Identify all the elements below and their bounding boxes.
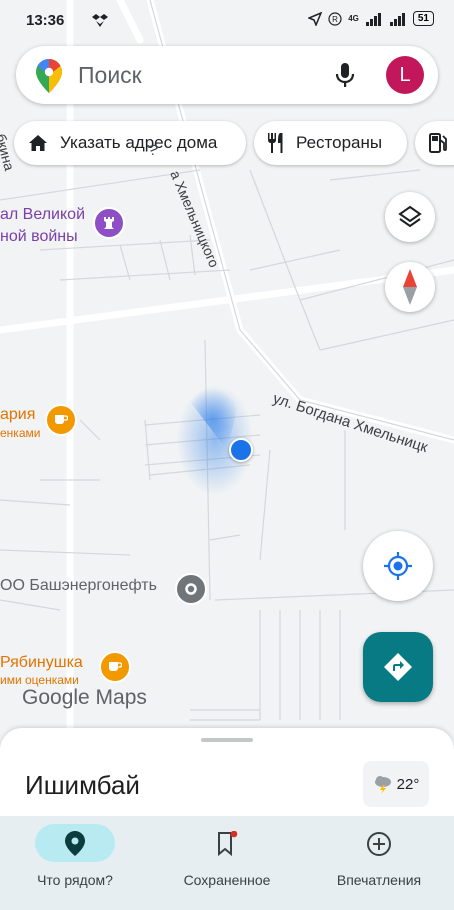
location-pin-icon: [65, 831, 85, 856]
poi-cafe-line2: енками: [0, 426, 41, 440]
chip-restaurants[interactable]: Рестораны: [254, 121, 407, 165]
status-bar: 13:36 R 4G 51: [0, 0, 454, 40]
poi-ryabinushka-line1: Рябинушка: [0, 654, 83, 671]
poi-cafe-line1: ария: [0, 406, 36, 423]
svg-text:R: R: [332, 15, 338, 24]
avatar[interactable]: L: [386, 56, 424, 94]
place-title: Ишимбай: [25, 770, 140, 800]
poi-bashenergoneft-marker[interactable]: [175, 573, 207, 605]
thunderstorm-icon: [374, 776, 391, 794]
location-arrow-icon: [308, 11, 323, 26]
compass-button[interactable]: [385, 262, 435, 312]
home-icon: [29, 135, 47, 151]
signal-icon: [365, 12, 381, 26]
poi-memorial-line1: ал Великой: [0, 206, 86, 223]
poi-memorial-marker[interactable]: [93, 207, 125, 239]
status-icons: R 4G 51: [308, 11, 434, 26]
layers-icon: [398, 205, 422, 228]
chip-home-label: Указать адрес дома: [60, 133, 218, 152]
microphone-icon[interactable]: [334, 62, 356, 95]
directions-icon: [384, 653, 412, 681]
directions-button[interactable]: [363, 632, 433, 702]
weather-badge[interactable]: 22°: [363, 761, 429, 807]
coffee-icon: [55, 415, 68, 424]
dropbox-icon: [92, 12, 108, 33]
drag-handle[interactable]: [201, 738, 253, 742]
google-maps-logo-icon: [36, 59, 62, 98]
poi-bashenergoneft-label[interactable]: ОО Башэнергонефть: [0, 577, 157, 595]
location-dot-icon: [185, 583, 197, 595]
compass-icon: [403, 269, 417, 305]
poi-memorial-line2: ной войны: [0, 228, 78, 245]
gas-station-icon: [429, 133, 447, 153]
search-bar[interactable]: Поиск L: [16, 46, 438, 104]
nav-explore[interactable]: Что рядом?: [0, 816, 150, 910]
poi-ryabinushka-line2: ими оценками: [0, 673, 79, 687]
google-maps-brand: Google Maps: [22, 686, 147, 709]
current-location-dot: [229, 438, 253, 462]
poi-ryabinushka-marker[interactable]: [99, 651, 131, 683]
chip-home-address[interactable]: Указать адрес дома: [14, 121, 246, 165]
network-type: 4G: [348, 14, 359, 23]
nav-contribute-label: Впечатления: [336, 872, 422, 888]
my-location-button[interactable]: [363, 531, 433, 601]
search-input[interactable]: Поиск: [78, 62, 142, 89]
status-time: 13:36: [26, 12, 65, 29]
signal-icon-2: [389, 12, 405, 26]
nav-saved-label: Сохраненное: [183, 872, 271, 888]
add-circle-icon: [367, 832, 391, 856]
castle-icon: [104, 217, 114, 229]
chip-restaurants-label: Рестораны: [296, 133, 383, 152]
nav-saved[interactable]: Сохраненное: [152, 816, 302, 910]
bottom-nav: Что рядом? Сохраненное Впечатления: [0, 816, 454, 910]
poi-memorial-label[interactable]: ал Великой ной войны: [0, 204, 85, 248]
poi-cafe-marker[interactable]: [45, 404, 77, 436]
restaurant-icon: [268, 133, 283, 153]
weather-temperature: 22°: [396, 775, 420, 793]
chip-gas-stations[interactable]: [415, 121, 454, 165]
layers-button[interactable]: [385, 192, 435, 242]
bookmark-icon: [218, 831, 238, 857]
registered-icon: R: [328, 11, 342, 26]
poi-cafe-label[interactable]: ария енками: [0, 404, 40, 440]
nav-explore-label: Что рядом?: [37, 872, 113, 888]
nav-contribute[interactable]: Впечатления: [304, 816, 454, 910]
crosshair-icon: [384, 552, 412, 580]
poi-ryabinushka-label[interactable]: Рябинушка ими оценками: [0, 653, 83, 687]
battery-indicator: 51: [412, 11, 434, 26]
coffee-icon: [109, 662, 122, 671]
